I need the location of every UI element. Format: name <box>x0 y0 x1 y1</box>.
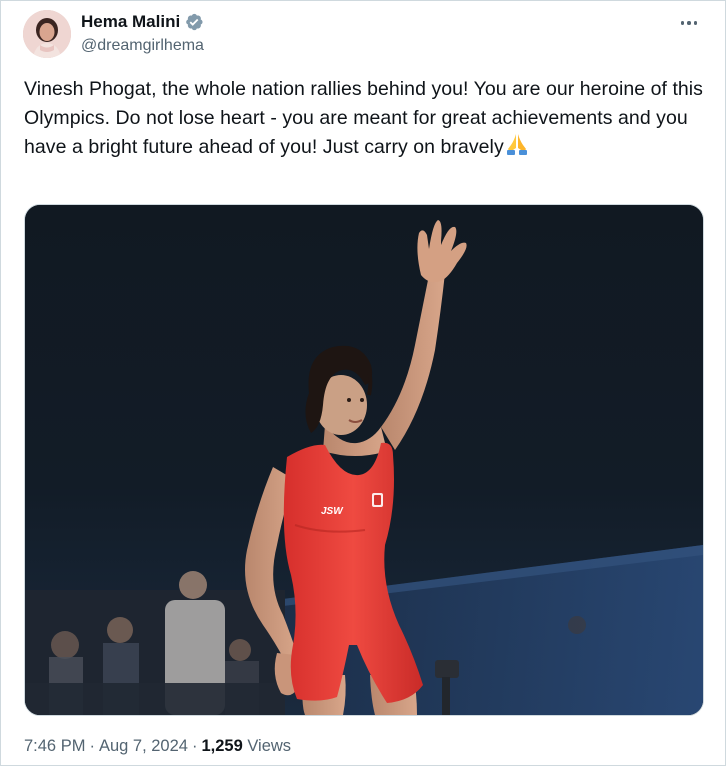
meta-separator: · <box>191 737 198 755</box>
author-handle[interactable]: @dreamgirlhema <box>81 36 204 56</box>
author-name-row: Hema Malini <box>81 12 204 32</box>
folded-hands-emoji <box>504 132 530 165</box>
tweet-meta: 7:46 PM · Aug 7, 2024 · 1,259 Views <box>24 736 291 756</box>
tweet-time[interactable]: 7:46 PM <box>24 737 85 755</box>
views-count[interactable]: 1,259 <box>201 737 242 755</box>
views-label: Views <box>247 737 292 755</box>
jersey-logo: JSW <box>321 506 344 517</box>
author-avatar[interactable] <box>23 10 71 58</box>
tweet-card: Hema Malini @dreamgirlhema Vinesh Phogat… <box>0 0 726 766</box>
tweet-date[interactable]: Aug 7, 2024 <box>99 737 188 755</box>
avatar-photo <box>23 10 71 58</box>
author-name[interactable]: Hema Malini <box>81 12 180 32</box>
tweet-photo[interactable]: JSW <box>24 204 704 716</box>
more-options-icon[interactable] <box>677 13 701 33</box>
verified-badge-icon <box>184 12 204 32</box>
tweet-text: Vinesh Phogat, the whole nation rallies … <box>24 75 704 165</box>
wrestler-photo: JSW <box>25 205 703 715</box>
tweet-body: Vinesh Phogat, the whole nation rallies … <box>24 78 703 158</box>
meta-separator: · <box>89 737 95 755</box>
